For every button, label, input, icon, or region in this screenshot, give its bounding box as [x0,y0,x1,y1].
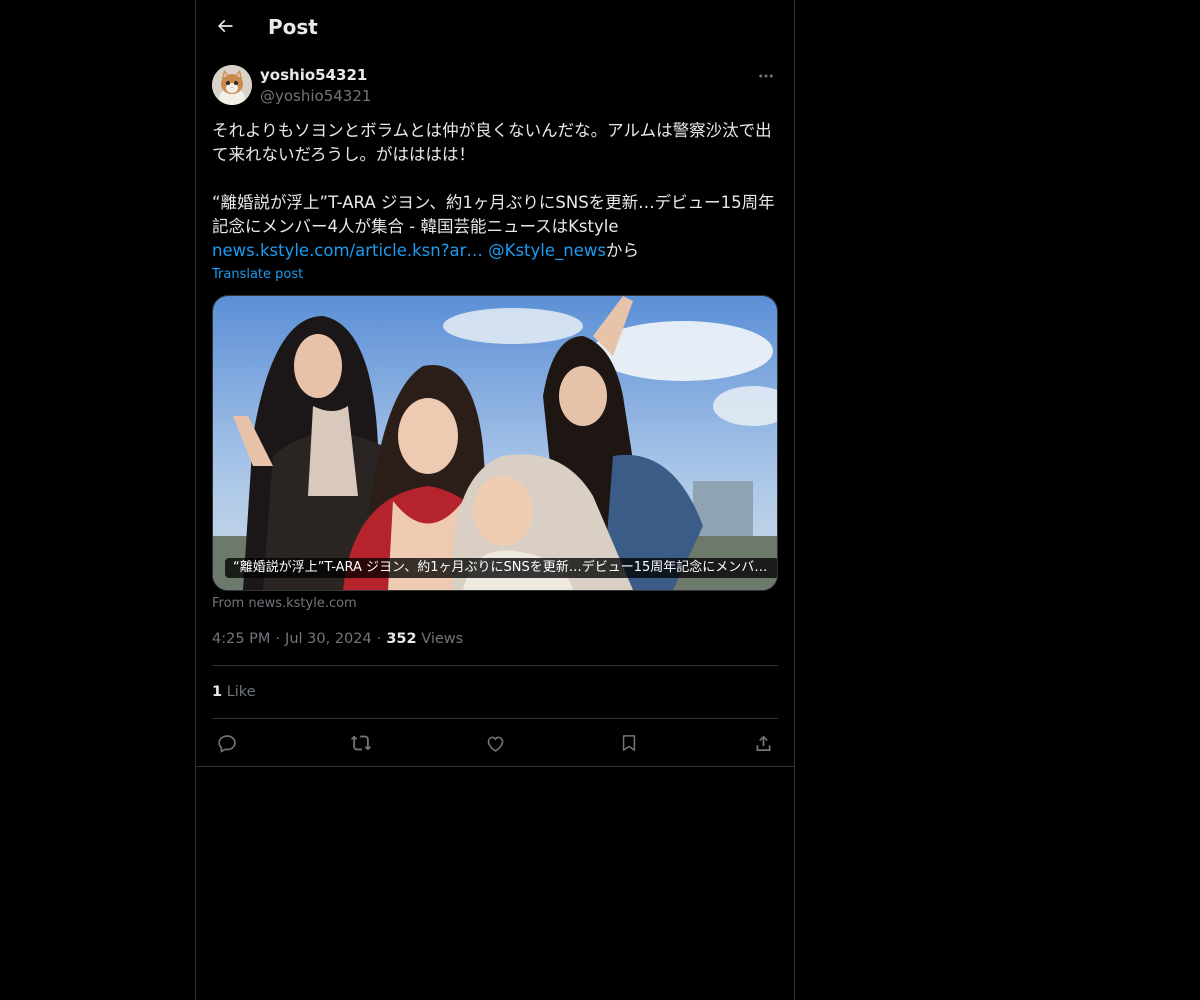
page-header: Post [196,0,794,53]
likes-count: 1 [212,684,223,700]
avatar[interactable] [212,65,252,105]
author-handle[interactable]: @yoshio54321 [260,85,371,107]
like-button[interactable] [480,728,510,758]
mention-link[interactable]: @Kstyle_news [488,241,606,260]
link-card[interactable]: “離婚説が浮上”T-ARA ジヨン、約1ヶ月ぶりにSNSを更新…デビュー15周年… [212,295,778,591]
reply-icon [217,734,236,753]
author-display-name[interactable]: yoshio54321 [260,64,367,86]
post-link[interactable]: news.kstyle.com/article.ksn?ar… [212,241,483,260]
action-bar [212,728,778,758]
post-author: yoshio54321 @yoshio54321 [212,64,778,108]
post-bottom-border [196,766,794,767]
views-count: 352 [386,631,417,647]
post-date[interactable]: Jul 30, 2024 [285,631,372,647]
meta-separator: · [376,631,382,647]
translate-post-button[interactable]: Translate post [212,266,303,284]
post-text-line: それよりもソヨンとボラムとは仲が良くないんだな。アルムは警察沙汰で出て来れないだ… [212,121,772,164]
post-time[interactable]: 4:25 PM [212,631,270,647]
back-button[interactable] [208,9,242,43]
divider [212,665,778,666]
repost-button[interactable] [346,728,376,758]
bookmark-button[interactable] [614,728,644,758]
heart-icon [487,736,503,752]
page-title: Post [268,15,318,39]
post: yoshio54321 @yoshio54321 それよりもソヨンとボラムとは仲… [212,64,778,753]
views-label: Views [421,631,464,647]
bookmark-icon [622,735,636,751]
more-horizontal-icon [759,74,773,78]
mention-suffix: から [605,241,639,260]
cat-avatar-image [212,65,252,105]
card-source[interactable]: From news.kstyle.com [212,595,357,613]
post-meta: 4:25 PM · Jul 30, 2024 · 352 Views [212,629,463,649]
card-caption: “離婚説が浮上”T-ARA ジヨン、約1ヶ月ぶりにSNSを更新…デビュー15周年… [225,558,777,578]
reply-button[interactable] [212,728,242,758]
likes-label: Like [226,684,256,700]
share-icon [756,735,770,751]
more-options-button[interactable] [754,64,778,88]
meta-separator: · [275,631,281,647]
arrow-left-icon [217,19,233,33]
likes-stat[interactable]: 1 Like [212,682,256,702]
post-text-headline: “離婚説が浮上”T-ARA ジヨン、約1ヶ月ぶりにSNSを更新…デビュー15周年… [212,193,775,236]
post-text-quote: “離婚説が浮上”T-ARA ジヨン、約1ヶ月ぶりにSNSを更新…デビュー15周年… [212,191,778,263]
divider [212,718,778,719]
card-image [213,296,777,590]
post-text: それよりもソヨンとボラムとは仲が良くないんだな。アルムは警察沙汰で出て来れないだ… [212,119,778,263]
repost-icon [350,735,372,751]
post-column: Post yoshio54321 @yoshio54321 それよりもソヨンとボ… [195,0,795,1000]
share-button[interactable] [748,728,778,758]
